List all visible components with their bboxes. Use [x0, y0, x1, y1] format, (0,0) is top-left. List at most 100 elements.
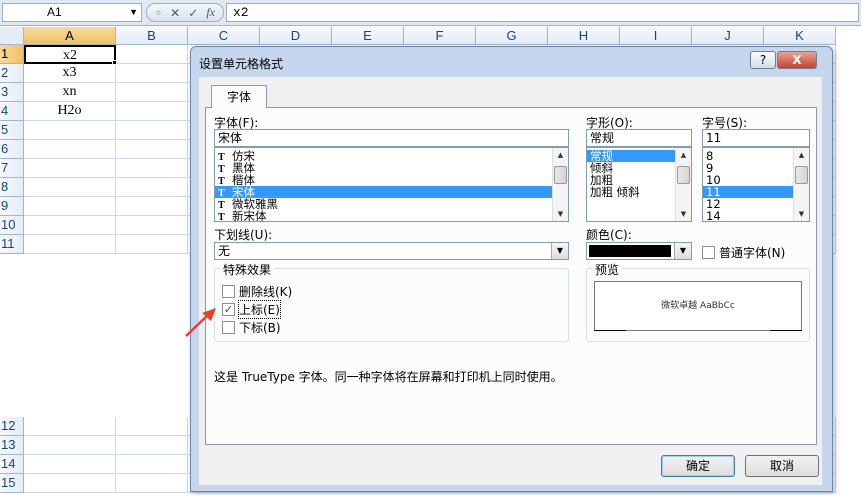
- chevron-down-icon[interactable]: ▼: [674, 243, 691, 259]
- cell-a2[interactable]: x3: [24, 64, 116, 83]
- column-header-i[interactable]: I: [620, 27, 692, 45]
- checkbox-box[interactable]: [222, 285, 235, 298]
- row-header-4[interactable]: 4: [0, 102, 24, 121]
- checkbox-box[interactable]: [222, 321, 235, 334]
- cancel-button[interactable]: 取消: [745, 455, 819, 477]
- name-box[interactable]: A1 ▼: [2, 3, 142, 22]
- font-list-item[interactable]: T 微软雅黑: [215, 198, 568, 211]
- column-header-h[interactable]: H: [548, 27, 620, 45]
- column-header-b[interactable]: B: [116, 27, 188, 45]
- cell-b5[interactable]: [116, 121, 188, 140]
- font-input[interactable]: 宋体: [214, 129, 569, 147]
- font-list-item[interactable]: T 黑体: [215, 162, 568, 175]
- underline-select[interactable]: 无 ▼: [214, 242, 569, 260]
- row-header-1[interactable]: 1: [0, 45, 24, 64]
- cell-b14[interactable]: [116, 455, 188, 474]
- cell-b9[interactable]: [116, 197, 188, 216]
- row-header-10[interactable]: 10: [0, 216, 24, 235]
- font-list-item[interactable]: T 新宋体: [215, 210, 568, 221]
- cell-a15[interactable]: [24, 474, 116, 493]
- row-header-14[interactable]: 14: [0, 455, 24, 474]
- font-list-item[interactable]: T 仿宋: [215, 150, 568, 163]
- cell-a5[interactable]: [24, 121, 116, 140]
- fill-handle[interactable]: [112, 60, 117, 65]
- strikethrough-checkbox[interactable]: 删除线(K): [222, 283, 292, 300]
- cell-a14[interactable]: [24, 455, 116, 474]
- help-button[interactable]: ?: [750, 51, 776, 69]
- scroll-down-icon[interactable]: ▼: [553, 207, 568, 221]
- chevron-down-icon[interactable]: ▼: [129, 4, 138, 21]
- column-header-a[interactable]: A: [24, 27, 116, 45]
- cell-b12[interactable]: [116, 417, 188, 436]
- color-select[interactable]: ▼: [586, 242, 692, 260]
- row-header-5[interactable]: 5: [0, 121, 24, 140]
- cell-a6[interactable]: [24, 140, 116, 159]
- formula-input[interactable]: x2: [226, 3, 859, 22]
- row-header-13[interactable]: 13: [0, 436, 24, 455]
- cell-a11[interactable]: [24, 235, 116, 254]
- row-header-6[interactable]: 6: [0, 140, 24, 159]
- close-button[interactable]: X: [777, 51, 817, 69]
- cell-b15[interactable]: [116, 474, 188, 493]
- scroll-down-icon[interactable]: ▼: [676, 207, 691, 221]
- cell-a12[interactable]: [24, 417, 116, 436]
- scroll-down-icon[interactable]: ▼: [794, 207, 809, 221]
- scroll-thumb[interactable]: [677, 166, 690, 184]
- row-header-11[interactable]: 11: [0, 235, 24, 254]
- scroll-up-icon[interactable]: ▲: [553, 148, 568, 162]
- cell-b10[interactable]: [116, 216, 188, 235]
- column-header-e[interactable]: E: [332, 27, 404, 45]
- cell-b3[interactable]: [116, 83, 188, 102]
- size-list[interactable]: 8 9 10 11 12 14 ▲ ▼: [702, 147, 810, 222]
- check-icon[interactable]: ✓: [222, 303, 235, 316]
- tab-font[interactable]: 字体: [211, 85, 267, 108]
- cell-a3[interactable]: xn: [24, 83, 116, 102]
- cell-a7[interactable]: [24, 159, 116, 178]
- select-all-corner[interactable]: [0, 27, 24, 45]
- scroll-thumb[interactable]: [795, 166, 808, 184]
- checkbox-box[interactable]: [702, 246, 715, 259]
- cell-a10[interactable]: [24, 216, 116, 235]
- scroll-up-icon[interactable]: ▲: [794, 148, 809, 162]
- cell-b4[interactable]: [116, 102, 188, 121]
- cell-b1[interactable]: [116, 45, 188, 64]
- cell-b6[interactable]: [116, 140, 188, 159]
- font-list-item[interactable]: T 楷体: [215, 174, 568, 187]
- column-header-k[interactable]: K: [764, 27, 836, 45]
- cell-a4[interactable]: H2o: [24, 102, 116, 121]
- normal-font-checkbox[interactable]: 普通字体(N): [702, 244, 785, 261]
- superscript-checkbox[interactable]: ✓ 上标(E): [222, 300, 281, 319]
- insert-function-icon[interactable]: fx: [206, 5, 215, 20]
- column-header-f[interactable]: F: [404, 27, 476, 45]
- subscript-checkbox[interactable]: 下标(B): [222, 319, 281, 336]
- style-input[interactable]: 常规: [586, 129, 692, 147]
- row-header-15[interactable]: 15: [0, 474, 24, 493]
- column-header-c[interactable]: C: [188, 27, 260, 45]
- column-header-j[interactable]: J: [692, 27, 764, 45]
- cell-b7[interactable]: [116, 159, 188, 178]
- style-list-scrollbar[interactable]: ▲ ▼: [675, 148, 691, 221]
- cell-b11[interactable]: [116, 235, 188, 254]
- row-header-7[interactable]: 7: [0, 159, 24, 178]
- cell-a13[interactable]: [24, 436, 116, 455]
- confirm-icon[interactable]: ✓: [188, 6, 198, 20]
- cell-b8[interactable]: [116, 178, 188, 197]
- row-header-8[interactable]: 8: [0, 178, 24, 197]
- row-header-9[interactable]: 9: [0, 197, 24, 216]
- cell-b2[interactable]: [116, 64, 188, 83]
- column-header-g[interactable]: G: [476, 27, 548, 45]
- font-list-scrollbar[interactable]: ▲ ▼: [552, 148, 568, 221]
- cell-b13[interactable]: [116, 436, 188, 455]
- column-header-d[interactable]: D: [260, 27, 332, 45]
- style-list[interactable]: 常规 倾斜 加粗 加粗 倾斜 ▲ ▼: [586, 147, 692, 222]
- row-header-3[interactable]: 3: [0, 83, 24, 102]
- cell-a1[interactable]: x2: [24, 45, 116, 64]
- font-list[interactable]: T 仿宋 T 黑体 T 楷体 T 宋体 T 微软雅黑 T 新宋体 ▲ ▼: [214, 147, 569, 222]
- row-header-12[interactable]: 12: [0, 417, 24, 436]
- chevron-down-icon[interactable]: ▼: [551, 243, 568, 259]
- size-input[interactable]: 11: [702, 129, 810, 147]
- cancel-icon[interactable]: ✕: [170, 6, 180, 20]
- size-list-scrollbar[interactable]: ▲ ▼: [793, 148, 809, 221]
- scroll-up-icon[interactable]: ▲: [676, 148, 691, 162]
- cell-a8[interactable]: [24, 178, 116, 197]
